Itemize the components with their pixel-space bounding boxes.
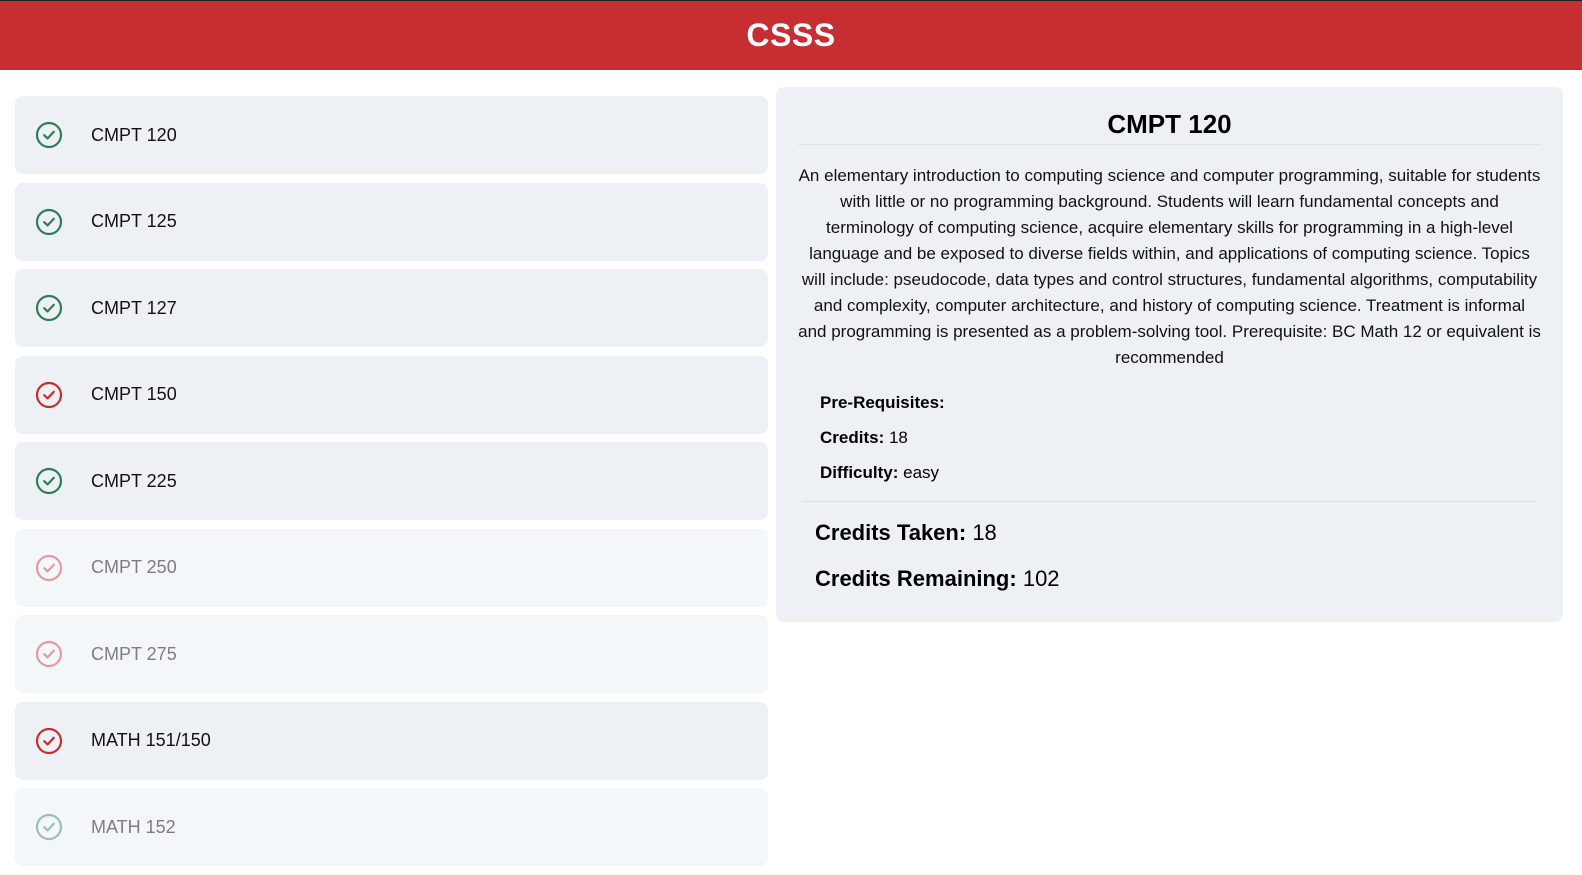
check-circle-icon [35, 381, 63, 409]
course-detail-title: CMPT 120 [798, 87, 1541, 145]
difficulty-row: Difficulty: easy [820, 461, 1541, 496]
credits-taken-row: Credits Taken: 18 [815, 518, 1541, 564]
course-item[interactable]: CMPT 120 [15, 96, 768, 174]
credits-remaining-value: 102 [1022, 566, 1060, 591]
course-label: CMPT 225 [91, 470, 177, 491]
course-item[interactable]: CMPT 150 [15, 355, 768, 434]
credits-taken-value: 18 [972, 520, 997, 545]
credit-totals: Credits Taken: 18 Credits Remaining: 102 [798, 518, 1541, 610]
course-label: CMPT 125 [91, 211, 177, 231]
course-description: An elementary introduction to computing … [798, 166, 1541, 367]
credits-row: Credits: 18 [820, 426, 1541, 461]
course-item[interactable]: CMPT 225 [15, 442, 768, 520]
course-item[interactable]: CMPT 275 [15, 615, 768, 693]
course-detail-panel: CMPT 120 An elementary introduction to c… [776, 87, 1563, 622]
course-item[interactable]: MATH 151/150 [15, 701, 768, 780]
course-label: CMPT 150 [91, 384, 177, 404]
credits-remaining-label: Credits Remaining: [815, 566, 1017, 591]
credits-remaining-row: Credits Remaining: 102 [815, 564, 1541, 610]
credits-taken-label: Credits Taken: [815, 520, 967, 545]
check-circle-icon [35, 640, 63, 668]
check-circle-icon [35, 208, 63, 236]
prerequisites-label: Pre-Requisites: [820, 393, 945, 412]
course-meta: Pre-Requisites: Credits: 18 Difficulty: … [798, 391, 1541, 496]
difficulty-label: Difficulty: [820, 463, 899, 482]
app-header: CSSS [0, 0, 1582, 70]
course-item[interactable]: CMPT 127 [15, 269, 768, 347]
course-label: CMPT 275 [91, 643, 177, 664]
check-circle-icon [35, 294, 63, 322]
course-item[interactable]: CMPT 125 [15, 182, 768, 261]
credits-value: 18 [888, 428, 908, 447]
course-label: CMPT 120 [91, 124, 177, 145]
difficulty-value: easy [903, 463, 940, 482]
course-label: MATH 152 [91, 816, 176, 837]
check-circle-icon [35, 813, 63, 841]
divider [802, 501, 1537, 502]
course-label: CMPT 127 [91, 297, 177, 318]
check-circle-icon [35, 467, 63, 495]
check-circle-icon [35, 727, 63, 755]
check-circle-icon [35, 121, 63, 149]
check-circle-icon [35, 554, 63, 582]
credits-label: Credits: [820, 428, 885, 447]
course-list: CMPT 120 CMPT 125 CMPT 127 CMPT 150 CMPT 225… [15, 96, 768, 875]
course-label: CMPT 250 [91, 557, 177, 577]
course-item[interactable]: MATH 152 [15, 788, 768, 866]
app-title: CSSS [746, 17, 836, 53]
prerequisites-row: Pre-Requisites: [820, 391, 1541, 426]
course-label: MATH 151/150 [91, 730, 211, 750]
course-item[interactable]: CMPT 250 [15, 528, 768, 607]
